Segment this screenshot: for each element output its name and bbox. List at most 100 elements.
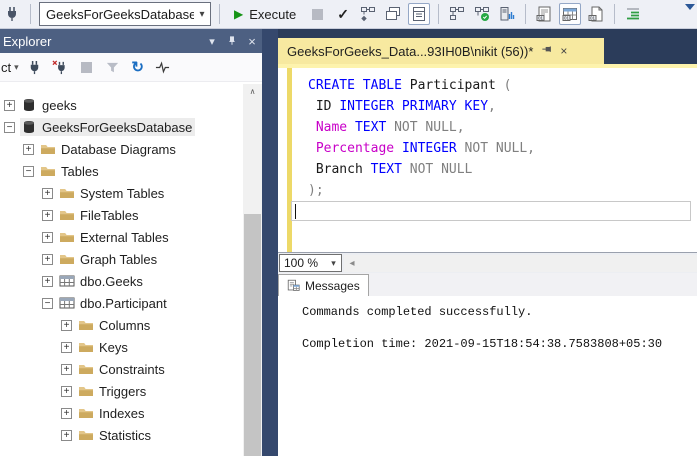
tree-item-statistics[interactable]: + Statistics bbox=[0, 424, 243, 446]
results-tab-strip: Messages bbox=[278, 273, 697, 296]
tree-item-body: Graph Tables bbox=[58, 250, 160, 268]
tree-item-label: Columns bbox=[99, 317, 151, 333]
tree-item-dbo-participant[interactable]: − dbo.Participant bbox=[0, 292, 243, 314]
code-area[interactable]: CREATE TABLE Participant ( ID INTEGER PR… bbox=[292, 75, 697, 201]
tree-item-graph-tables[interactable]: + Graph Tables bbox=[0, 248, 243, 270]
expand-toggle[interactable]: + bbox=[42, 253, 53, 265]
tree-item-label: dbo.Participant bbox=[80, 295, 167, 311]
activity-monitor-icon[interactable] bbox=[154, 58, 172, 76]
tree-item-database-diagrams[interactable]: + Database Diagrams bbox=[0, 138, 243, 160]
toolbar-separator bbox=[437, 4, 439, 24]
results-to-text-icon[interactable]: 01 bbox=[534, 4, 554, 24]
scroll-left-icon[interactable]: ◂ bbox=[344, 258, 360, 269]
explorer-toolbar: ct ▾ ↻ bbox=[0, 53, 262, 82]
tree-item-filetables[interactable]: + FileTables bbox=[0, 204, 243, 226]
collapse-toggle[interactable]: − bbox=[4, 121, 15, 133]
expand-toggle[interactable]: + bbox=[42, 275, 53, 287]
svg-text:01: 01 bbox=[538, 16, 544, 21]
folder-icon bbox=[78, 361, 94, 377]
change-connection-icon[interactable] bbox=[2, 4, 22, 24]
collapse-toggle[interactable]: − bbox=[23, 165, 34, 177]
query-document-tab[interactable]: GeeksForGeeks_Data...93IH0B\nikit (56))*… bbox=[278, 38, 604, 64]
tree-item-body: GeeksForGeeksDatabase bbox=[20, 118, 196, 136]
code-line: CREATE TABLE Participant ( bbox=[308, 78, 512, 93]
chevron-down-icon[interactable]: ▾ bbox=[194, 9, 210, 20]
pin-icon[interactable] bbox=[222, 35, 242, 47]
close-icon[interactable]: × bbox=[242, 34, 262, 49]
query-toolbar: GeeksForGeeksDatabase ▾ ▶ Execute ✓ 01 0… bbox=[0, 0, 697, 29]
current-line-outline bbox=[291, 201, 691, 221]
connect-icon[interactable] bbox=[26, 58, 44, 76]
disconnect-icon[interactable] bbox=[51, 58, 69, 76]
tree-item-triggers[interactable]: + Triggers bbox=[0, 380, 243, 402]
client-stats-icon[interactable] bbox=[497, 4, 517, 24]
execute-button[interactable]: ▶ Execute bbox=[228, 2, 302, 26]
tree-item-system-tables[interactable]: + System Tables bbox=[0, 182, 243, 204]
folder-icon bbox=[78, 317, 94, 333]
tab-messages[interactable]: Messages bbox=[278, 274, 369, 296]
expand-toggle[interactable]: + bbox=[42, 231, 53, 243]
tree-item-label: Constraints bbox=[99, 361, 165, 377]
database-icon bbox=[21, 119, 37, 135]
tab-title: GeeksForGeeks_Data...93IH0B\nikit (56))* bbox=[287, 43, 534, 59]
zoom-level-select[interactable]: 100 % ▾ bbox=[279, 254, 342, 272]
folder-icon bbox=[78, 383, 94, 399]
tree-item-constraints[interactable]: + Constraints bbox=[0, 358, 243, 380]
zoom-level-value: 100 % bbox=[284, 256, 319, 270]
query-options-icon[interactable] bbox=[383, 4, 403, 24]
expand-toggle[interactable]: + bbox=[4, 99, 15, 111]
tree-item-body: Database Diagrams bbox=[39, 140, 179, 158]
tree-item-body: dbo.Participant bbox=[58, 294, 170, 312]
tree-item-body: dbo.Geeks bbox=[58, 272, 146, 290]
expand-toggle[interactable]: + bbox=[42, 187, 53, 199]
pin-icon[interactable] bbox=[541, 42, 552, 60]
panel-splitter[interactable] bbox=[262, 29, 278, 456]
results-to-file-icon[interactable]: 01 bbox=[586, 4, 606, 24]
estimated-plan-icon[interactable] bbox=[358, 4, 378, 24]
tree-item-geeks[interactable]: + geeks bbox=[0, 94, 243, 116]
tree-item-geeksforgeeksdatabase[interactable]: − GeeksForGeeksDatabase bbox=[0, 116, 243, 138]
tree-item-external-tables[interactable]: + External Tables bbox=[0, 226, 243, 248]
chevron-down-icon[interactable]: ▾ bbox=[326, 258, 341, 269]
messages-output: Commands completed successfully. Complet… bbox=[278, 296, 697, 456]
editor-horizontal-scrollbar[interactable]: ◂ bbox=[344, 254, 697, 272]
database-icon bbox=[21, 97, 37, 113]
tree-item-body: System Tables bbox=[58, 184, 167, 202]
expand-toggle[interactable]: + bbox=[61, 363, 72, 375]
messages-icon bbox=[287, 279, 300, 291]
document-tab-strip: GeeksForGeeks_Data...93IH0B\nikit (56))*… bbox=[278, 29, 697, 64]
expand-toggle[interactable]: + bbox=[61, 319, 72, 331]
parse-query-icon[interactable]: ✓ bbox=[333, 6, 353, 23]
tree-item-tables[interactable]: − Tables bbox=[0, 160, 243, 182]
tree-item-label: System Tables bbox=[80, 185, 165, 201]
toolbar-overflow-icon[interactable] bbox=[685, 4, 695, 10]
expand-toggle[interactable]: + bbox=[61, 341, 72, 353]
tree-item-keys[interactable]: + Keys bbox=[0, 336, 243, 358]
expand-toggle[interactable]: + bbox=[42, 209, 53, 221]
collapse-toggle[interactable]: − bbox=[42, 297, 53, 309]
folder-icon bbox=[59, 229, 75, 245]
scroll-up-icon[interactable]: ∧ bbox=[243, 84, 262, 100]
expand-toggle[interactable]: + bbox=[23, 143, 34, 155]
scrollbar-thumb[interactable] bbox=[244, 214, 261, 456]
sql-editor[interactable]: CREATE TABLE Participant ( ID INTEGER PR… bbox=[278, 68, 697, 252]
editor-zoom-bar: 100 % ▾ ◂ bbox=[278, 252, 697, 273]
tree-item-columns[interactable]: + Columns bbox=[0, 314, 243, 336]
tree-item-label: External Tables bbox=[80, 229, 169, 245]
indent-icon[interactable] bbox=[623, 4, 643, 24]
tree-scrollbar[interactable]: ∧ bbox=[243, 84, 262, 456]
expand-toggle[interactable]: + bbox=[61, 407, 72, 419]
actual-plan-icon[interactable] bbox=[447, 4, 467, 24]
close-icon[interactable]: × bbox=[560, 45, 567, 57]
expand-toggle[interactable]: + bbox=[61, 385, 72, 397]
refresh-icon[interactable]: ↻ bbox=[129, 58, 147, 76]
intellisense-icon[interactable] bbox=[407, 3, 430, 25]
live-query-stats-icon[interactable] bbox=[472, 4, 492, 24]
connect-dropdown[interactable]: ct ▾ bbox=[1, 60, 19, 75]
window-position-icon[interactable]: ▾ bbox=[202, 35, 222, 48]
tree-item-dbo-geeks[interactable]: + dbo.Geeks bbox=[0, 270, 243, 292]
available-databases-select[interactable]: GeeksForGeeksDatabase ▾ bbox=[39, 2, 211, 26]
expand-toggle[interactable]: + bbox=[61, 429, 72, 441]
results-to-grid-icon[interactable]: 01 bbox=[558, 3, 581, 25]
tree-item-indexes[interactable]: + Indexes bbox=[0, 402, 243, 424]
